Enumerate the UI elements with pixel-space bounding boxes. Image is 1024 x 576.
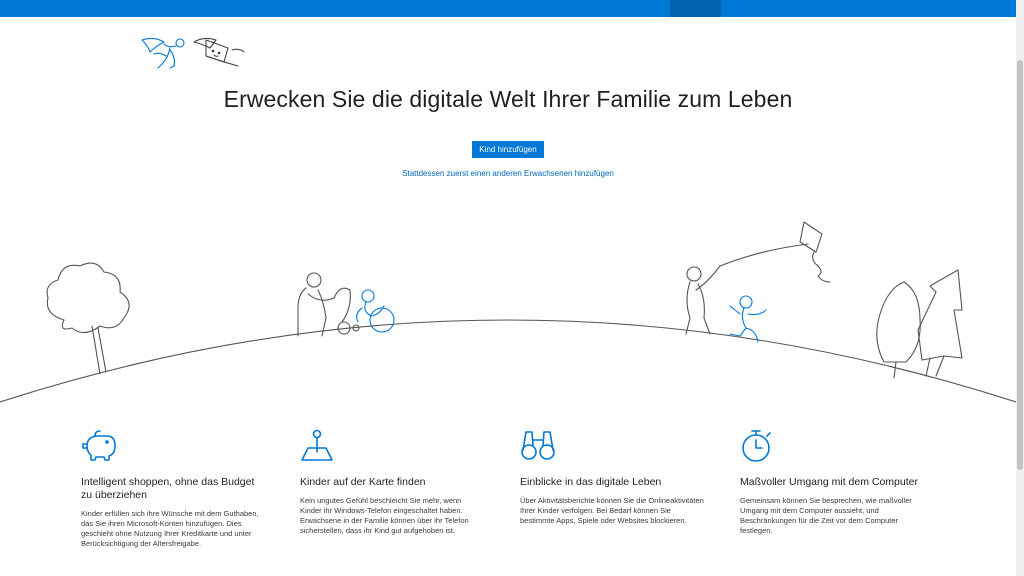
active-nav-tab[interactable] (670, 0, 721, 17)
add-adult-link[interactable]: Stattdessen zuerst einen anderen Erwachs… (0, 169, 1016, 178)
binoculars-icon (521, 431, 555, 460)
feature-location: Kinder auf der Karte finden Kein ungutes… (300, 428, 485, 536)
page-title: Erwecken Sie die digitale Welt Ihrer Fam… (223, 86, 793, 112)
feature-title: Intelligent shoppen, ohne das Budget zu … (81, 476, 255, 501)
feature-description: Kinder erfüllen sich ihre Wünsche mit de… (81, 509, 259, 548)
family-settings-page: Erwecken Sie die digitale Welt Ihrer Fam… (0, 0, 1024, 576)
add-child-button[interactable]: Kind hinzufügen (472, 141, 544, 158)
piggy-bank-icon (82, 430, 116, 461)
scrollbar-thumb[interactable] (1017, 60, 1023, 470)
feature-screen-time: Maßvoller Umgang mit dem Computer Gemein… (740, 428, 925, 536)
feature-description: Über Aktivitätsberichte können Sie die O… (520, 496, 704, 525)
hill-line (0, 319, 1016, 403)
top-navigation-bar (0, 0, 1016, 17)
family-landscape-illustration (0, 221, 1016, 403)
feature-title: Maßvoller Umgang mit dem Computer (740, 476, 918, 488)
feature-title: Einblicke in das digitale Leben (520, 476, 662, 488)
feature-shopping: Intelligent shoppen, ohne das Budget zu … (81, 428, 266, 549)
flying-hero-illustration (141, 37, 245, 69)
feature-description: Gemeinsam können Sie besprechen, wie maß… (740, 496, 912, 535)
map-pin-icon (301, 429, 333, 461)
vertical-scrollbar[interactable] (1016, 0, 1024, 576)
tree-left-icon (46, 262, 130, 375)
feature-insights: Einblicke in das digitale Leben Über Akt… (520, 428, 705, 526)
parent-with-stroller-icon (297, 272, 360, 337)
adult-with-kite-icon (685, 221, 831, 335)
feature-title: Kinder auf der Karte finden (300, 476, 426, 488)
running-child-icon (729, 295, 767, 343)
feature-description: Kein ungutes Gefühl beschleicht Sie mehr… (300, 496, 469, 535)
stopwatch-icon (742, 430, 771, 462)
trees-right-icon (876, 269, 963, 379)
